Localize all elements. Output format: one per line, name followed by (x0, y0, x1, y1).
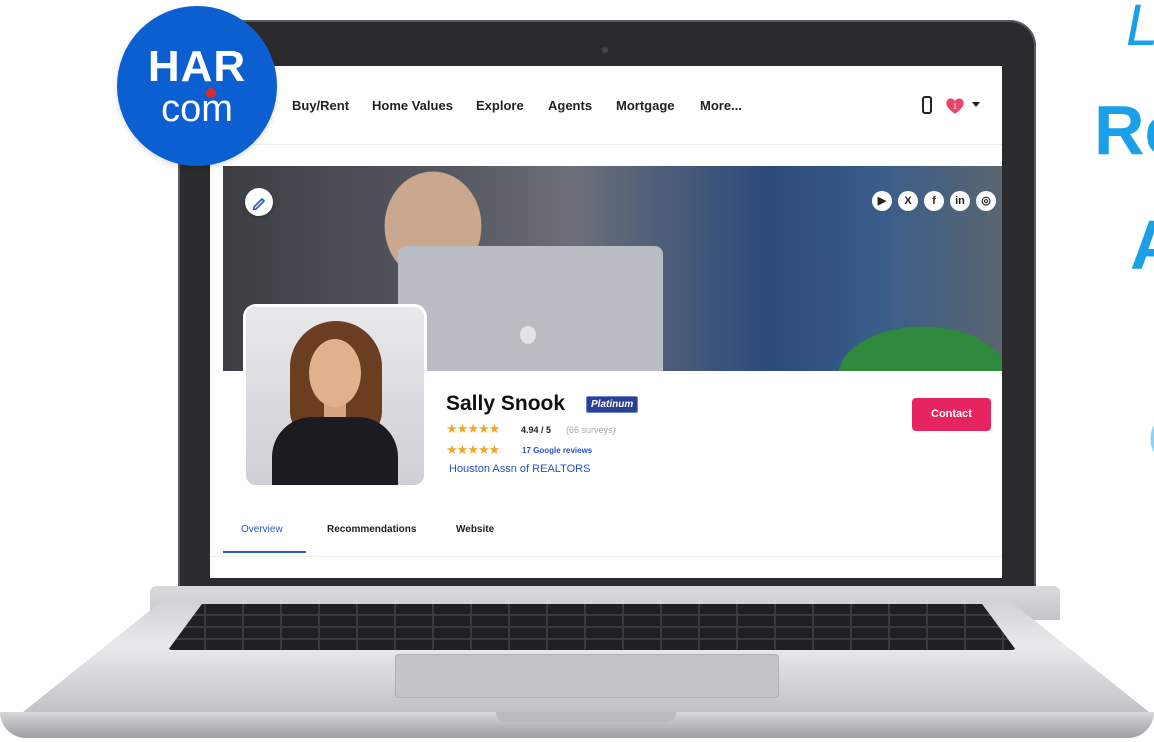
heart-count: 1 (953, 104, 957, 111)
pencil-icon (252, 198, 265, 211)
survey-count[interactable]: (66 surveys) (566, 425, 616, 435)
survey-rating: 4.94 / 5 (521, 425, 552, 435)
facebook-icon[interactable]: f (924, 191, 944, 211)
association-link[interactable]: Houston Assn of REALTORS (449, 463, 590, 475)
nav-item-mortgage[interactable]: Mortgage (616, 98, 675, 113)
site-nav: Buy/Rent Home Values Explore Agents Mort… (210, 66, 1002, 145)
agent-name: Sally Snook (446, 392, 566, 415)
laptop-screen: Buy/Rent Home Values Explore Agents Mort… (210, 66, 1002, 578)
edit-cover-button[interactable] (245, 188, 273, 216)
laptop-trackpad (395, 654, 779, 698)
nav-item-explore[interactable]: Explore (476, 98, 524, 113)
x-icon[interactable]: X (898, 191, 918, 211)
platinum-badge: Platinum (586, 396, 639, 413)
tab-recommendations[interactable]: Recommendations (327, 524, 416, 535)
heart-icon[interactable]: 1 (945, 97, 965, 115)
google-reviews-link[interactable]: 17 Google reviews (522, 446, 592, 455)
har-logo[interactable]: HAR com (117, 6, 277, 166)
headline-line-4: C (1148, 405, 1154, 474)
headline-line-2: Re (1094, 91, 1154, 169)
logo-com-text: com (161, 88, 233, 130)
active-tab-indicator (223, 551, 306, 553)
promo-headline: L Re A C (1094, 0, 1154, 742)
apple-logo-icon (520, 326, 536, 344)
google-stars-icon: ★★★★★ (446, 442, 500, 457)
instagram-icon[interactable]: ◎ (976, 191, 996, 211)
linkedin-icon[interactable]: in (950, 191, 970, 211)
nav-item-more[interactable]: More... (700, 98, 742, 113)
nav-item-buy-rent[interactable]: Buy/Rent (292, 98, 349, 113)
agent-photo (246, 307, 424, 485)
nav-item-agents[interactable]: Agents (548, 98, 592, 113)
cover-laptop-image (398, 246, 663, 371)
camera-icon (602, 47, 608, 53)
logo-har-text: HAR (147, 42, 247, 91)
phone-icon[interactable] (922, 96, 932, 114)
chevron-down-icon[interactable] (972, 102, 980, 107)
laptop-notch (496, 712, 676, 722)
youtube-icon[interactable]: ▶ (872, 191, 892, 211)
tab-overview[interactable]: Overview (241, 524, 283, 535)
survey-stars-icon: ★★★★★ (446, 421, 500, 436)
headline-line-3: A (1130, 205, 1154, 285)
tab-website[interactable]: Website (456, 524, 494, 535)
headline-line-1: L (1126, 0, 1154, 59)
nav-item-home-values[interactable]: Home Values (372, 98, 453, 113)
laptop-keyboard (168, 604, 1016, 650)
contact-button[interactable]: Contact (912, 398, 991, 431)
screen-bottom (210, 556, 1002, 578)
